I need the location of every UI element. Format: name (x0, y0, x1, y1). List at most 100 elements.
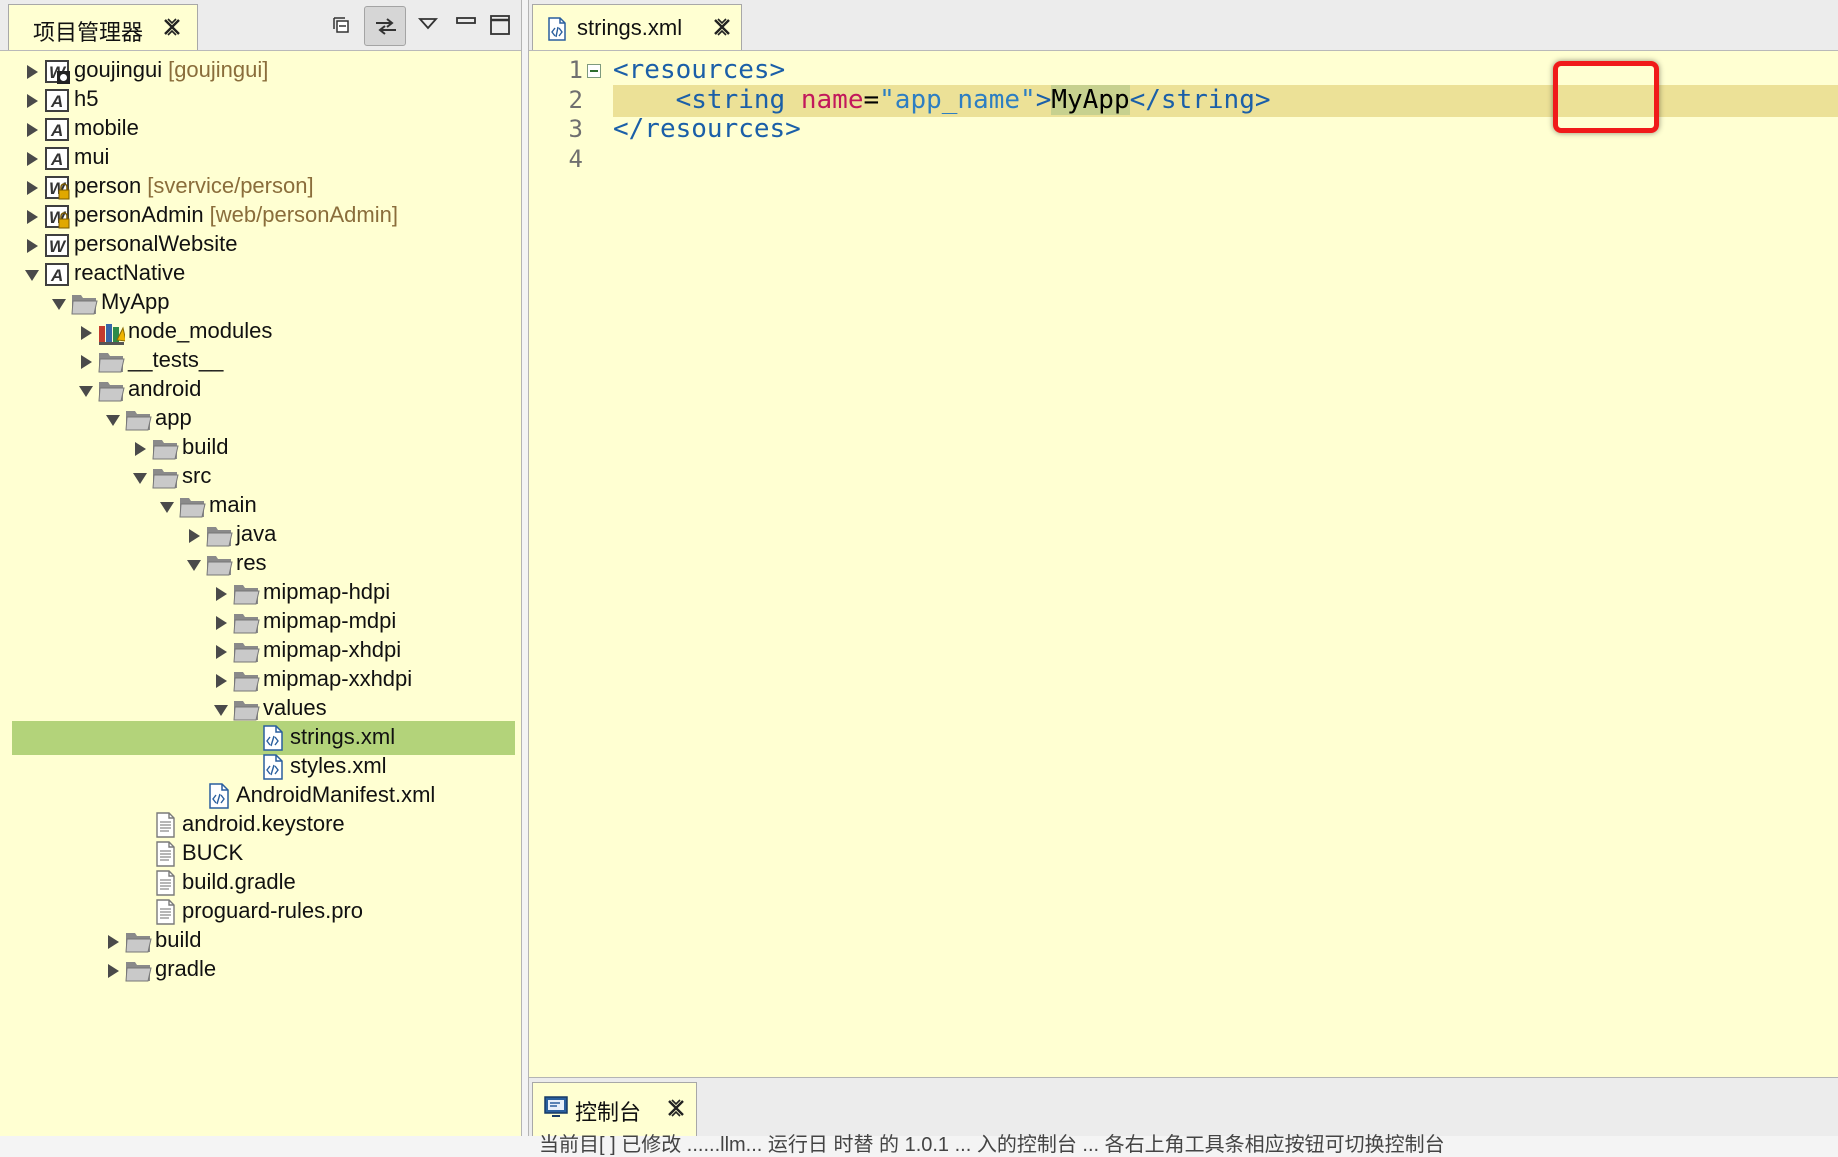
close-icon[interactable] (665, 1097, 687, 1119)
web-project-icon: W (45, 60, 70, 84)
tree-item-label: personalWebsite (74, 231, 238, 256)
fold-collapse-icon[interactable] (587, 64, 601, 78)
tree-item-label: mipmap-hdpi (263, 579, 391, 604)
expand-arrow-right-icon[interactable] (24, 93, 40, 109)
tree-item-label: personAdmin [web/personAdmin] (74, 202, 398, 227)
code-text: <resources> (613, 55, 785, 85)
expand-arrow-right-icon[interactable] (24, 151, 40, 167)
expand-arrow-right-icon[interactable] (132, 441, 148, 457)
expand-arrow-down-icon[interactable] (78, 383, 94, 399)
console-output: 当前目[ ] 已修改 ......llm... 运行日 时替 的 1.0.1 .… (539, 1134, 1445, 1156)
tree-item-label: build.gradle (182, 869, 296, 894)
xml-file-icon (548, 17, 566, 41)
tree-item-label: mipmap-mdpi (263, 608, 397, 633)
library-icon (99, 324, 125, 345)
code-editor: strings.xml 1 <resources> 2 <string name="… (528, 0, 1838, 1078)
expand-arrow-right-icon[interactable] (24, 122, 40, 138)
tree-item-label: main (209, 492, 257, 517)
app-project-icon: A (45, 118, 69, 141)
expand-arrow-right-icon[interactable] (213, 673, 229, 689)
tree-item-label: res (236, 550, 267, 575)
expand-arrow-right-icon[interactable] (213, 586, 229, 602)
expand-arrow-right-icon[interactable] (105, 934, 121, 950)
expand-arrow-right-icon[interactable] (213, 615, 229, 631)
text-file-icon (156, 899, 175, 925)
line-number: 4 (568, 144, 583, 173)
tab-project-explorer[interactable]: 项目管理器 (8, 4, 198, 50)
folder-icon (125, 962, 152, 982)
tree-item-label: android.keystore (182, 811, 345, 836)
folder-icon (152, 469, 179, 489)
expand-arrow-right-icon[interactable] (24, 180, 40, 196)
collapse-all-button[interactable] (322, 6, 364, 46)
expand-arrow-right-icon[interactable] (24, 64, 40, 80)
code-token-tag: <resources> (613, 55, 786, 85)
folder-icon (233, 585, 260, 605)
expand-arrow-down-icon[interactable] (105, 412, 121, 428)
close-icon[interactable] (711, 16, 733, 38)
tree-item-label: h5 (74, 86, 99, 111)
folder-icon (233, 614, 260, 634)
tree-item-label: __tests__ (128, 347, 224, 372)
folder-icon (152, 440, 179, 460)
expand-arrow-down-icon[interactable] (132, 470, 148, 486)
expand-arrow-right-icon[interactable] (24, 209, 40, 225)
editor-tabbar: strings.xml (529, 0, 1838, 51)
expand-arrow-right-icon[interactable] (78, 354, 94, 370)
tree-item-label: java (236, 521, 277, 546)
folder-icon (125, 933, 152, 953)
expand-arrow-down-icon[interactable] (213, 702, 229, 718)
project-explorer-title: 项目管理器 (33, 20, 144, 45)
web-project-icon: W (45, 176, 70, 200)
editor-tab-label: strings.xml (577, 15, 683, 40)
text-file-icon (156, 870, 175, 896)
link-arrows-icon (376, 18, 396, 35)
folder-icon (233, 672, 260, 692)
tab-strings-xml[interactable]: strings.xml (532, 4, 742, 50)
view-menu-button[interactable] (408, 6, 450, 46)
console-monitor-icon (544, 1096, 568, 1117)
tree-item[interactable]: gradle (0, 953, 521, 987)
folder-icon (71, 295, 98, 315)
expand-arrow-down-icon[interactable] (24, 267, 40, 283)
tree-item-label: styles.xml (290, 753, 387, 778)
tree-item-label: proguard-rules.pro (182, 898, 363, 923)
maximize-button[interactable] (480, 6, 522, 46)
code-token-plain: = (863, 84, 880, 115)
app-project-icon: A (45, 89, 69, 112)
tree-item-label: src (182, 463, 212, 488)
expand-arrow-right-icon[interactable] (78, 325, 94, 341)
folder-icon (98, 382, 125, 402)
annotation-highlight-box (1553, 61, 1659, 133)
svg-text:A: A (50, 150, 63, 169)
tree-item-path: [goujingui] (168, 57, 269, 82)
svg-text:A: A (50, 121, 63, 140)
expand-arrow-down-icon[interactable] (159, 499, 175, 515)
expand-arrow-right-icon[interactable] (24, 238, 40, 254)
close-icon[interactable] (161, 16, 183, 38)
expand-arrow-right-icon[interactable] (213, 644, 229, 660)
tree-item-label: mobile (74, 115, 139, 140)
expand-arrow-right-icon[interactable] (186, 528, 202, 544)
code-token-txt: MyApp (1051, 84, 1130, 115)
code-text: </resources> (613, 114, 801, 144)
folder-icon (179, 498, 206, 518)
project-tree: Wgoujingui[goujingui]Ah5AmobileAmuiWpers… (0, 52, 521, 1136)
expand-arrow-right-icon[interactable] (105, 963, 121, 979)
tree-item-label: mipmap-xxhdpi (263, 666, 413, 691)
expand-arrow-down-icon[interactable] (186, 557, 202, 573)
tree-item-label: strings.xml (290, 724, 396, 749)
link-with-editor-button[interactable] (364, 6, 406, 46)
code-area[interactable]: 1 <resources> 2 <string name="app_name">My… (529, 50, 1838, 1070)
expand-arrow-down-icon[interactable] (51, 296, 67, 312)
app-project-icon: A (45, 147, 69, 170)
code-line[interactable]: 4 (529, 143, 1838, 177)
minimize-icon (456, 17, 476, 24)
xml-file-icon (263, 725, 283, 751)
code-token-tag: > (1035, 84, 1052, 115)
app-project-icon: A (45, 263, 69, 286)
chevron-down-icon (417, 18, 439, 30)
line-number: 3 (568, 115, 583, 143)
tree-item-label: values (263, 695, 327, 720)
folder-icon (233, 643, 260, 663)
